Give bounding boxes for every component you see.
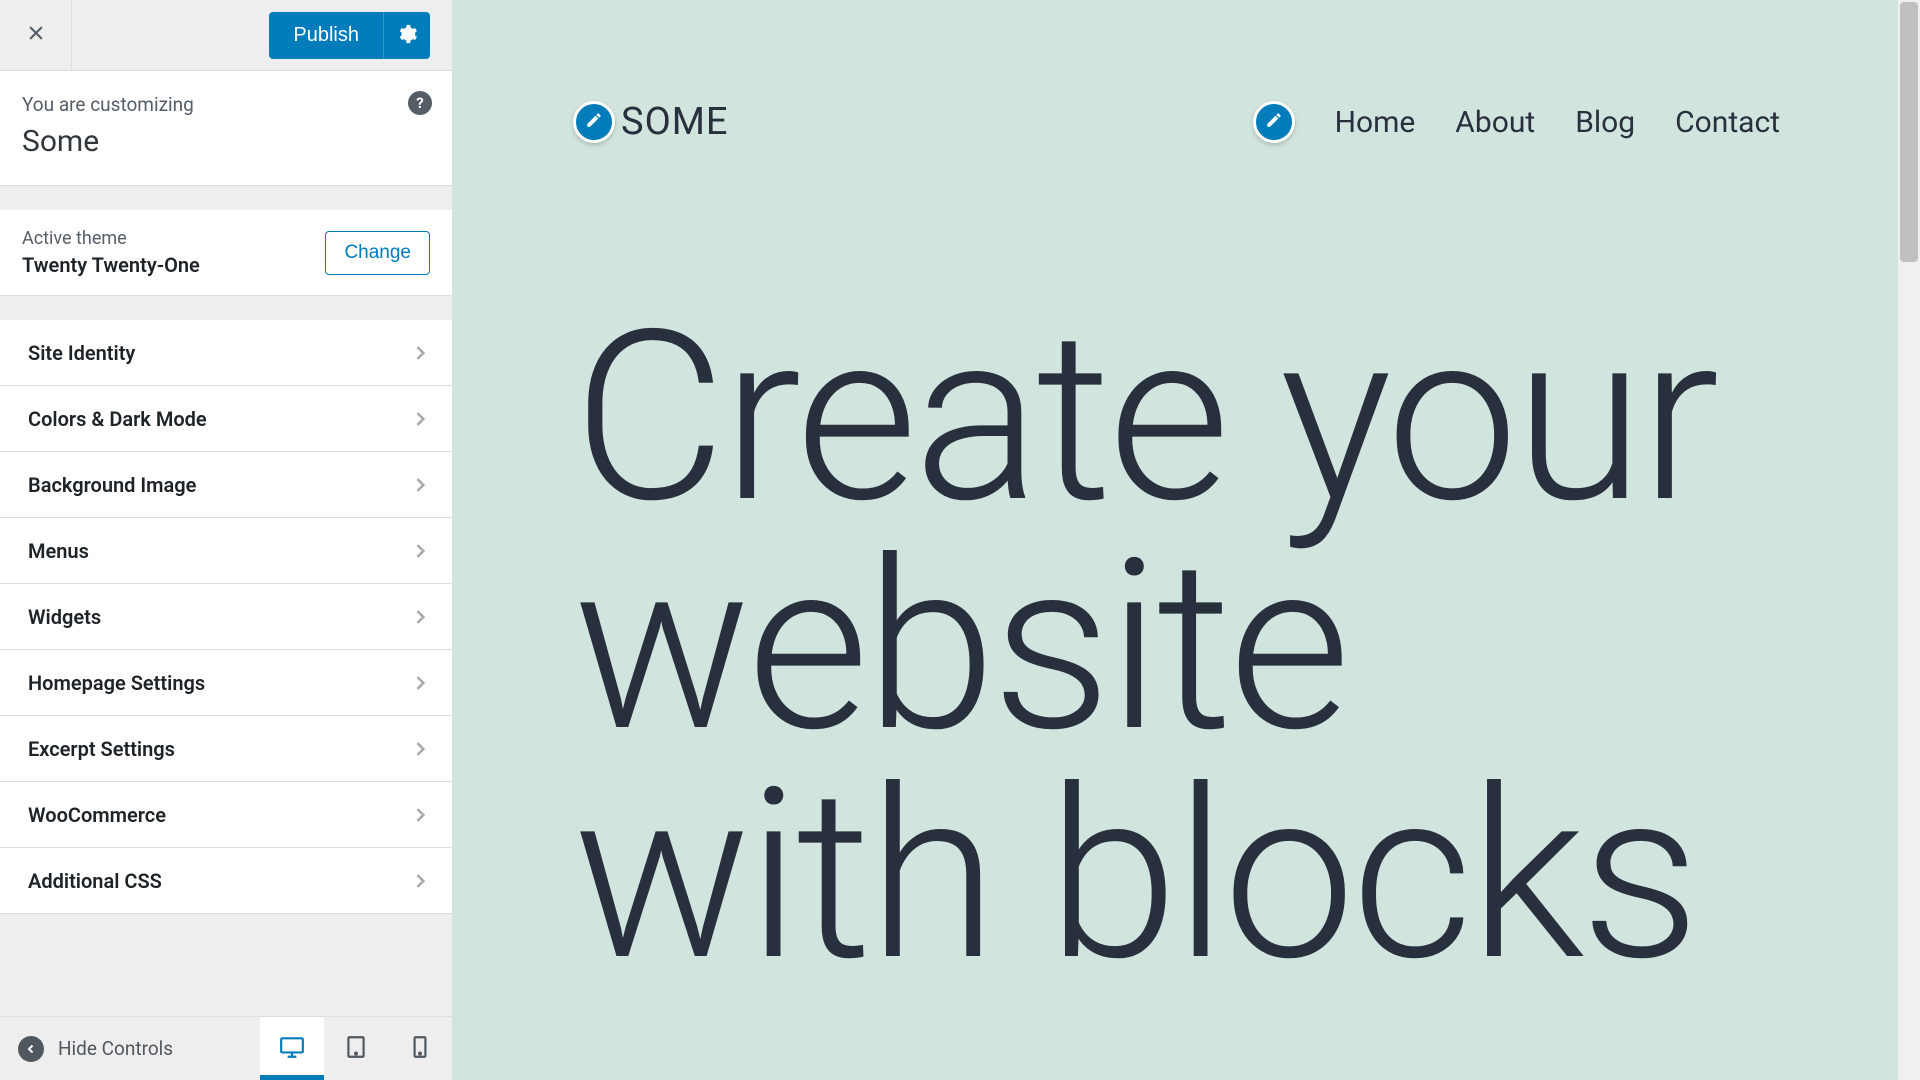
device-tablet-button[interactable] [324,1017,388,1080]
scrollbar-track[interactable] [1898,0,1920,1080]
preview-nav: Home About Blog Contact [1253,101,1780,143]
panel-menus[interactable]: Menus [0,518,452,584]
hide-controls-button[interactable]: Hide Controls [0,1036,173,1062]
chevron-right-icon [410,805,430,825]
panel-widgets[interactable]: Widgets [0,584,452,650]
panel-label: Background Image [28,473,196,497]
hide-controls-label: Hide Controls [58,1037,173,1060]
theme-text: Active theme Twenty Twenty-One [22,228,200,277]
customizer-sidebar: Publish You are customizing Some ? Activ… [0,0,453,1080]
gear-icon [396,23,418,48]
bottom-bar: Hide Controls [0,1016,452,1080]
panel-site-identity[interactable]: Site Identity [0,320,452,386]
edit-site-title-button[interactable] [573,101,615,143]
app-root: Publish You are customizing Some ? Activ… [0,0,1920,1080]
pencil-icon [585,111,603,133]
chevron-right-icon [410,409,430,429]
preview-pane: SOME Home About Blog Contact Create your… [453,0,1920,1080]
site-name-label: Some [22,124,430,159]
panel-label: Excerpt Settings [28,737,175,761]
sidebar-fill [0,914,452,1016]
panel-colors-dark-mode[interactable]: Colors & Dark Mode [0,386,452,452]
edit-menu-button[interactable] [1253,101,1295,143]
panel-label: Menus [28,539,89,563]
chevron-right-icon [410,541,430,561]
panel-woocommerce[interactable]: WooCommerce [0,782,452,848]
active-theme-label: Active theme [22,228,200,249]
panel-label: Site Identity [28,341,135,365]
gap [0,186,452,210]
chevron-right-icon [410,607,430,627]
scrollbar-thumb[interactable] [1900,2,1918,262]
device-desktop-button[interactable] [260,1017,324,1080]
preview-hero: Create your website with blocks [453,144,1920,991]
publish-settings-button[interactable] [383,12,430,59]
tablet-icon [343,1034,369,1064]
panel-label: WooCommerce [28,803,166,827]
preview-site-title[interactable]: SOME [621,100,728,144]
mobile-icon [407,1034,433,1064]
gap [0,296,452,320]
panel-list: Site Identity Colors & Dark Mode Backgro… [0,320,452,914]
active-theme-row: Active theme Twenty Twenty-One Change [0,210,452,296]
panel-label: Additional CSS [28,869,162,893]
customizing-label: You are customizing [22,93,430,116]
pencil-icon [1265,111,1283,133]
desktop-icon [279,1034,305,1064]
change-theme-button[interactable]: Change [325,231,430,275]
panel-background-image[interactable]: Background Image [0,452,452,518]
nav-about[interactable]: About [1455,105,1535,140]
publish-button[interactable]: Publish [269,12,383,59]
nav-blog[interactable]: Blog [1575,105,1635,140]
help-button[interactable]: ? [408,91,432,115]
panel-label: Widgets [28,605,101,629]
chevron-right-icon [410,739,430,759]
nav-home[interactable]: Home [1335,105,1416,140]
chevron-right-icon [410,871,430,891]
hero-heading: Create your website with blocks [573,304,1800,991]
device-preview-buttons [260,1017,452,1080]
theme-name: Twenty Twenty-One [22,253,200,277]
panel-excerpt-settings[interactable]: Excerpt Settings [0,716,452,782]
nav-contact[interactable]: Contact [1675,105,1780,140]
customizing-header: You are customizing Some ? [0,71,452,186]
panel-label: Colors & Dark Mode [28,407,207,431]
close-icon [26,23,46,47]
panel-additional-css[interactable]: Additional CSS [0,848,452,914]
chevron-right-icon [410,673,430,693]
panel-homepage-settings[interactable]: Homepage Settings [0,650,452,716]
top-bar: Publish [0,0,452,71]
close-button[interactable] [0,0,72,71]
panel-label: Homepage Settings [28,671,205,695]
site-logo-group: SOME [573,100,728,144]
chevron-right-icon [410,475,430,495]
publish-group: Publish [269,12,430,59]
preview-site-header: SOME Home About Blog Contact [453,0,1920,144]
collapse-left-icon [18,1036,44,1062]
help-icon: ? [416,94,423,112]
device-mobile-button[interactable] [388,1017,452,1080]
chevron-right-icon [410,343,430,363]
